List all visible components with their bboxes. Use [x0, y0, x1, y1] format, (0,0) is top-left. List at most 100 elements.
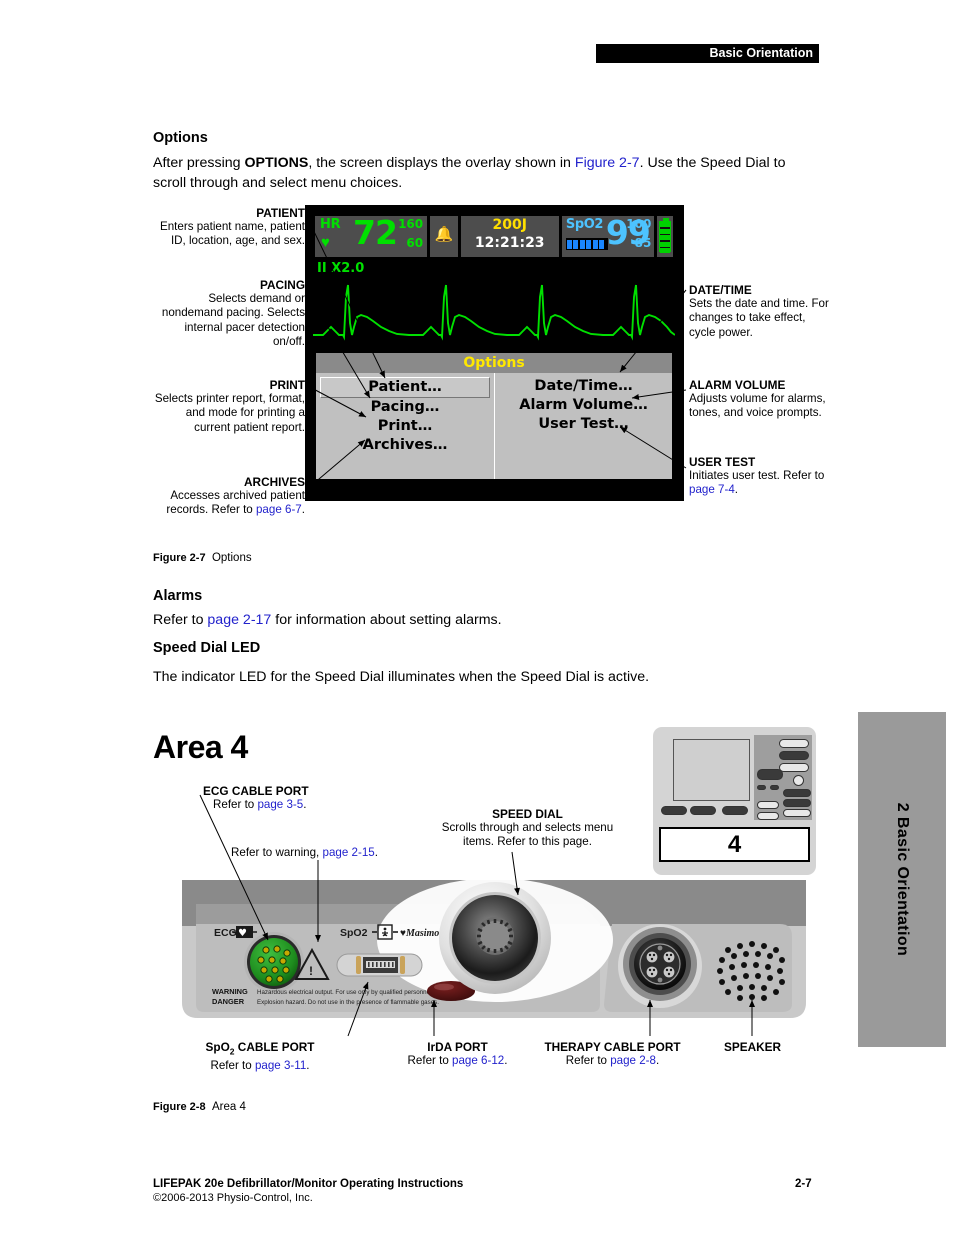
- callout-user-test-title: USER TEST: [689, 455, 756, 469]
- callout-user-test: USER TEST Initiates user test. Refer to …: [689, 455, 829, 498]
- device-thumbnail-area-number: 4: [727, 830, 742, 858]
- device-key: [757, 769, 783, 780]
- callout-speaker: SPEAKER: [690, 1040, 815, 1054]
- footer-page-number: 2-7: [795, 1178, 812, 1190]
- device-key: [661, 806, 687, 815]
- device-thumbnail-area-number-box: 4: [659, 827, 810, 862]
- device-key: [770, 785, 779, 790]
- heading-options: Options: [153, 130, 208, 146]
- heading-speed-dial-led: Speed Dial LED: [153, 640, 261, 656]
- options-menu-title: Options: [316, 353, 672, 373]
- energy-panel: 200J 12:21:23: [460, 216, 559, 257]
- options-menu-item-date-time[interactable]: Date/Time…: [495, 377, 672, 396]
- device-key: [722, 806, 748, 815]
- heading-alarms: Alarms: [153, 588, 203, 604]
- hr-limit-high: 160: [398, 217, 424, 231]
- callout-therapy-cable-port-link-suffix: .: [656, 1054, 660, 1068]
- battery-icon: [659, 218, 672, 253]
- device-key: [757, 785, 766, 790]
- spo2-panel: SpO2 99 100 85: [561, 213, 655, 257]
- callout-print-title: PRINT: [269, 378, 305, 392]
- hr-limit-low: 60: [406, 236, 424, 250]
- options-menu-item-user-test[interactable]: User Test…: [495, 415, 672, 434]
- options-menu-item-pacing[interactable]: Pacing…: [316, 398, 494, 417]
- device-thumbnail-screen: [673, 739, 750, 801]
- svg-text:♥: ♥: [238, 928, 247, 939]
- callout-ecg-cable-port-title: ECG CABLE PORT: [203, 784, 309, 798]
- callout-warning-reference-suffix: .: [374, 846, 378, 859]
- figure-2-8-caption: Figure 2-8 Area 4: [153, 1101, 246, 1113]
- paragraph-alarms-suffix: for information about setting alarms.: [271, 612, 502, 628]
- callout-user-test-link[interactable]: page 7-4: [689, 483, 735, 496]
- options-menu-overlay: Options Patient… Pacing… Print… Archives…: [315, 352, 673, 480]
- callout-spo2-cable-port-title: SpO2 CABLE PORT: [205, 1040, 315, 1057]
- callout-archives-link-prefix: Refer to: [211, 503, 256, 517]
- svg-text:SpO2: SpO2: [340, 927, 368, 939]
- callout-alarm-volume: ALARM VOLUME Adjusts volume for alarms, …: [689, 378, 834, 421]
- device-key: [783, 799, 811, 807]
- device-key: [783, 809, 811, 817]
- svg-text:!: !: [309, 964, 313, 978]
- footer-copyright: ©2006-2013 Physio-Control, Inc.: [153, 1192, 313, 1204]
- callout-ecg-cable-port: ECG CABLE PORT Refer to page 3-5.: [203, 784, 383, 812]
- callout-patient-title: PATIENT: [256, 206, 305, 220]
- callout-date-time: DATE/TIME Sets the date and time. For ch…: [689, 283, 829, 340]
- callout-pacing: PACING Selects demand or nondemand pacin…: [150, 278, 305, 349]
- callout-irda-port-link-prefix: Refer to: [407, 1054, 452, 1068]
- figure-2-8-number: Figure 2-8: [153, 1101, 206, 1113]
- callout-date-time-body: Sets the date and time. For changes to t…: [689, 297, 829, 339]
- callout-speed-dial-title: SPEED DIAL: [492, 807, 563, 821]
- options-menu-item-patient[interactable]: Patient…: [320, 377, 490, 398]
- callout-therapy-cable-port: THERAPY CABLE PORT Refer to page 2-8.: [540, 1040, 685, 1068]
- callout-irda-port-link[interactable]: page 6-12: [452, 1054, 504, 1067]
- paragraph-options-bold: OPTIONS: [244, 155, 309, 171]
- options-menu-columns: Patient… Pacing… Print… Archives… Date/T…: [316, 373, 672, 479]
- device-knob-icon: [793, 775, 804, 786]
- spo2-label: SpO2: [565, 217, 604, 232]
- callout-archives-link[interactable]: page 6-7: [256, 503, 302, 516]
- options-menu-item-alarm-volume[interactable]: Alarm Volume…: [495, 396, 672, 415]
- callout-pacing-title: PACING: [259, 278, 305, 292]
- spo2-limit-low: 85: [634, 236, 652, 250]
- device-key: [757, 812, 779, 820]
- callout-irda-port-title: IrDA PORT: [427, 1040, 488, 1054]
- options-menu-item-archives[interactable]: Archives…: [316, 436, 494, 455]
- clock-time: 12:21:23: [474, 235, 545, 251]
- device-key: [779, 739, 809, 748]
- callout-spo2-cable-port: SpO2 CABLE PORT Refer to page 3-11.: [175, 1040, 345, 1073]
- svg-text:WARNING: WARNING: [212, 987, 248, 996]
- svg-text:♥Masimo: ♥Masimo: [400, 928, 439, 939]
- callout-spo2-cable-port-link-prefix: Refer to: [210, 1058, 255, 1072]
- figure-2-7-reference-link[interactable]: Figure 2-7: [575, 155, 640, 171]
- bell-icon: 🔔: [434, 226, 454, 243]
- callout-alarm-volume-body: Adjusts volume for alarms, tones, and vo…: [689, 392, 826, 420]
- callout-archives-title: ARCHIVES: [244, 475, 305, 489]
- callout-therapy-cable-port-title: THERAPY CABLE PORT: [544, 1040, 681, 1054]
- callout-therapy-cable-port-link[interactable]: page 2-8: [610, 1054, 656, 1067]
- figure-2-7-monitor-screen: HR ♥ 72 160 60 🔔 200J 12:21:23 SpO2 99 1…: [305, 205, 684, 501]
- callout-irda-port-link-suffix: .: [504, 1054, 508, 1068]
- callout-warning-reference: Refer to warning, page 2-15.: [231, 846, 446, 860]
- paragraph-alarms-link[interactable]: page 2-17: [207, 612, 271, 628]
- figure-2-7-title: Options: [211, 552, 252, 564]
- figure-2-8-title: Area 4: [211, 1101, 246, 1113]
- svg-text:Explosion hazard. Do not use i: Explosion hazard. Do not use in the pres…: [257, 999, 439, 1006]
- svg-text:DANGER: DANGER: [212, 997, 245, 1006]
- options-menu-left-column: Patient… Pacing… Print… Archives…: [316, 373, 494, 479]
- paragraph-alarms-prefix: Refer to: [153, 612, 208, 628]
- callout-print-body: Selects printer report, format, and mode…: [154, 392, 305, 434]
- chapter-side-tab: 2 Basic Orientation: [858, 712, 946, 1047]
- alarm-bell-panel: 🔔: [430, 216, 458, 257]
- callout-spo2-cable-port-link-suffix: .: [306, 1058, 310, 1072]
- callout-archives: ARCHIVES Accesses archived patient recor…: [150, 475, 305, 518]
- callout-spo2-cable-port-link[interactable]: page 3-11: [255, 1059, 306, 1072]
- options-menu-right-column: Date/Time… Alarm Volume… User Test…: [494, 373, 672, 479]
- options-menu-item-print[interactable]: Print…: [316, 417, 494, 436]
- callout-user-test-link-suffix: .: [734, 483, 739, 497]
- callout-speaker-title: SPEAKER: [723, 1040, 782, 1054]
- callout-date-time-title: DATE/TIME: [689, 283, 752, 297]
- callout-warning-reference-link[interactable]: page 2-15: [323, 846, 375, 859]
- paragraph-alarms: Refer to page 2-17 for information about…: [153, 611, 801, 631]
- callout-ecg-cable-port-link[interactable]: page 3-5: [257, 798, 303, 811]
- callout-print: PRINT Selects printer report, format, an…: [150, 378, 305, 435]
